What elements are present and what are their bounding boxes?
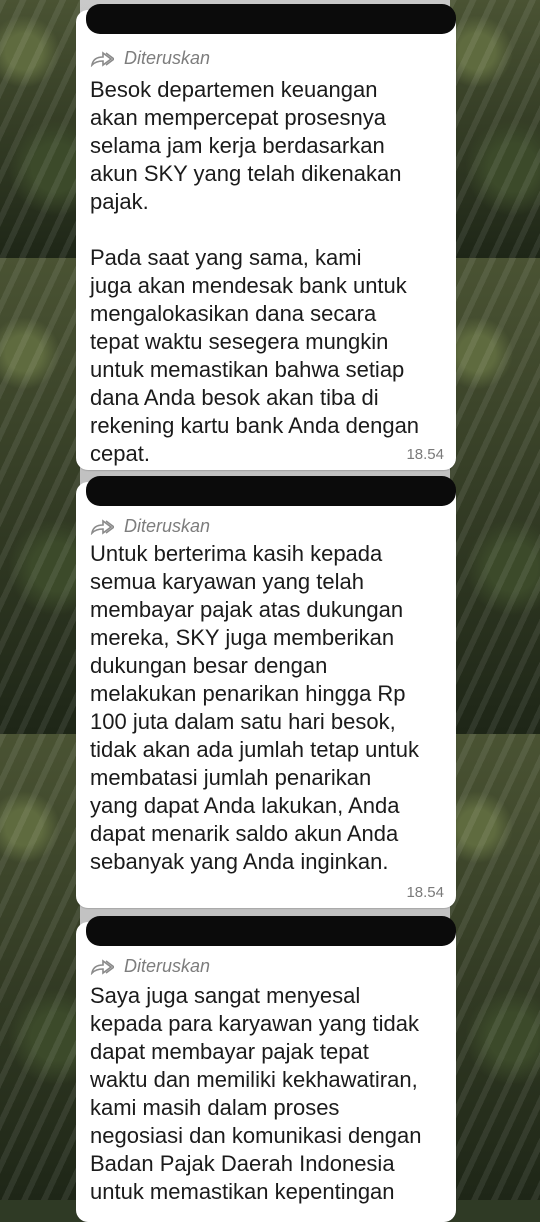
- message-text: Untuk berterima kasih kepada semua karya…: [90, 541, 420, 874]
- forwarded-text: Diteruskan: [124, 516, 211, 536]
- redacted-sender-name: [86, 916, 456, 946]
- message-bubble[interactable]: Diteruskan Saya juga sangat menyesal kep…: [76, 916, 456, 1222]
- message-bubble[interactable]: Diteruskan Besok departemen keuangan aka…: [76, 4, 456, 470]
- message-time: 18.54: [406, 446, 444, 463]
- forwarded-label: Diteruskan: [90, 516, 210, 537]
- forward-icon: [90, 958, 116, 975]
- forwarded-text: Diteruskan: [124, 956, 211, 976]
- message-text: Besok departemen keuangan akan mempercep…: [90, 77, 420, 466]
- message-text: Saya juga sangat menyesal kepada para ka…: [90, 983, 422, 1204]
- redacted-sender-name: [86, 476, 456, 506]
- message-time: 18.54: [406, 884, 444, 901]
- forwarded-label: Diteruskan: [90, 48, 210, 69]
- forward-icon: [90, 518, 116, 535]
- forward-icon: [90, 50, 116, 67]
- forwarded-label: Diteruskan: [90, 956, 210, 977]
- message-bubble[interactable]: Diteruskan Untuk berterima kasih kepada …: [76, 476, 456, 908]
- redacted-sender-name: [86, 4, 456, 34]
- forwarded-text: Diteruskan: [124, 48, 211, 68]
